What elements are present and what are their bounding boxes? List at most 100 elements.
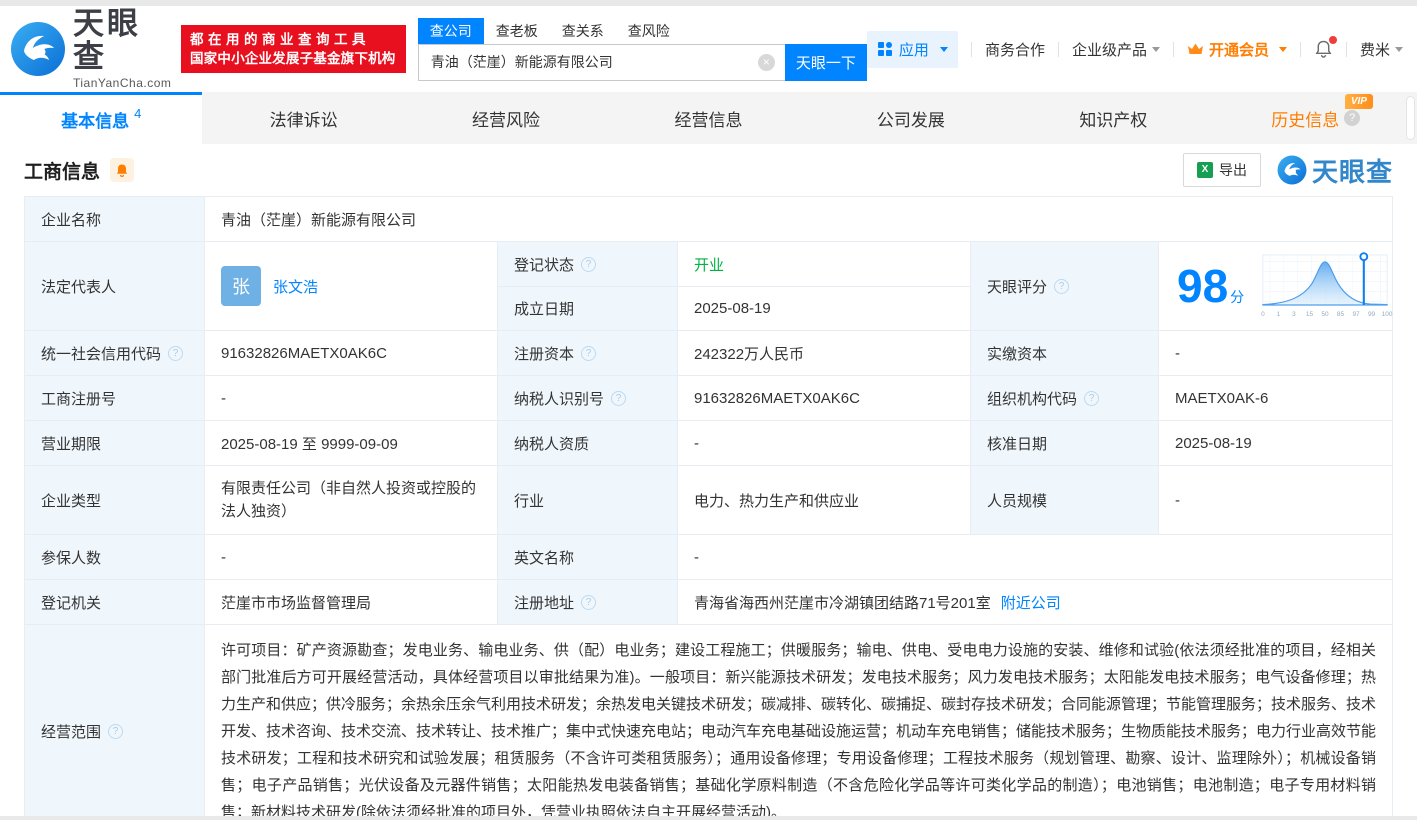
promo-line2: 国家中小企业发展子基金旗下机构 — [190, 49, 397, 68]
industry-label: 行业 — [497, 466, 677, 534]
reg-number-value: - — [204, 376, 497, 420]
company-tabbar: 基本信息 4 法律诉讼 经营风险 经营信息 公司发展 知识产权 VIP 历史信息… — [0, 92, 1417, 144]
tianyancha-logo-icon — [10, 21, 66, 77]
english-name-label: 英文名称 — [497, 535, 677, 579]
nav-cooperation[interactable]: 商务合作 — [985, 39, 1045, 60]
table-row: 工商注册号 - 纳税人识别号 ? 91632826MAETX0AK6C 组织机构… — [25, 375, 1392, 420]
header-nav: 应用 商务合作 企业级产品 开通会员 — [867, 31, 1403, 68]
svg-text:99: 99 — [1368, 311, 1376, 318]
promo-banner: 都在用的商业查询工具 国家中小企业发展子基金旗下机构 — [181, 25, 406, 73]
org-code-value: MAETX0AK-6 — [1158, 376, 1392, 420]
notifications-button[interactable] — [1314, 39, 1333, 59]
tab-count-badge: 4 — [134, 106, 141, 121]
nav-enterprise-products[interactable]: 企业级产品 — [1072, 39, 1160, 60]
tab-history-info[interactable]: VIP 历史信息 ? — [1215, 92, 1417, 144]
search-tab-boss[interactable]: 查老板 — [484, 18, 550, 44]
help-icon[interactable]: ? — [581, 346, 596, 361]
business-term-value: 2025-08-19 至 9999-09-09 — [204, 421, 497, 465]
legal-rep-link[interactable]: 张文浩 — [273, 276, 318, 297]
approval-date-label: 核准日期 — [970, 421, 1158, 465]
export-button[interactable]: X 导出 — [1183, 153, 1261, 187]
svg-text:85: 85 — [1337, 311, 1345, 318]
help-icon[interactable]: ? — [108, 724, 123, 739]
search-tabs: 查公司 查老板 查关系 查风险 — [418, 18, 867, 44]
svg-text:100: 100 — [1382, 311, 1393, 318]
search-area: 查公司 查老板 查关系 查风险 × 天眼一下 — [418, 18, 867, 81]
search-button[interactable]: 天眼一下 — [785, 44, 867, 81]
nav-divider — [1058, 42, 1059, 57]
score-distribution-chart: 0 1 3 15 50 85 97 99 100 — [1256, 247, 1394, 325]
table-row: 营业期限 2025-08-19 至 9999-09-09 纳税人资质 - 核准日… — [25, 420, 1392, 465]
chevron-down-icon — [940, 47, 948, 52]
english-name-value: - — [677, 535, 1392, 579]
help-icon[interactable]: ? — [1054, 279, 1069, 294]
search-tab-relation[interactable]: 查关系 — [550, 18, 616, 44]
est-date-value: 2025-08-19 — [677, 286, 970, 330]
search-input[interactable] — [418, 44, 785, 81]
company-name-value: 青油（茫崖）新能源有限公司 — [204, 197, 1392, 241]
insured-count-label: 参保人数 — [25, 535, 204, 579]
nav-divider — [1300, 42, 1301, 57]
credit-code-label: 统一社会信用代码 ? — [25, 331, 204, 375]
business-scope-value: 许可项目：矿产资源勘查；发电业务、输电业务、供（配）电业务；建设工程施工；供暖服… — [204, 625, 1392, 820]
table-row: 企业名称 青油（茫崖）新能源有限公司 — [25, 197, 1392, 241]
tab-operating-info[interactable]: 经营信息 — [607, 92, 809, 144]
clear-search-icon[interactable]: × — [758, 54, 775, 71]
table-row: 登记机关 茫崖市市场监督管理局 注册地址 ? 青海省海西州茫崖市冷湖镇团结路71… — [25, 579, 1392, 624]
help-icon[interactable]: ? — [1344, 110, 1360, 126]
reg-address-label: 注册地址 ? — [497, 580, 677, 624]
credit-code-value: 91632826MAETX0AK6C — [204, 331, 497, 375]
open-vip-button[interactable]: 开通会员 — [1187, 39, 1287, 60]
alarm-bell-icon — [115, 163, 129, 178]
help-icon[interactable]: ? — [581, 257, 596, 272]
score-label: 天眼评分 ? — [970, 242, 1158, 330]
reg-capital-label: 注册资本 ? — [497, 331, 677, 375]
scrollbar-thumb[interactable] — [1406, 96, 1415, 140]
avatar[interactable]: 张 — [221, 266, 261, 306]
help-icon[interactable]: ? — [1084, 391, 1099, 406]
tab-label: 基本信息 — [61, 107, 129, 132]
org-code-label: 组织机构代码 ? — [970, 376, 1158, 420]
tab-legal-proceedings[interactable]: 法律诉讼 — [202, 92, 404, 144]
score-value: 98 分 — [1177, 263, 1244, 309]
brand-domain: TianYanCha.com — [73, 76, 174, 90]
apps-menu-button[interactable]: 应用 — [867, 31, 958, 68]
promo-line1: 都在用的商业查询工具 — [190, 30, 397, 49]
nearby-companies-link[interactable]: 附近公司 — [1001, 592, 1061, 613]
monitor-bell-button[interactable] — [110, 158, 134, 182]
user-menu[interactable]: 费米 — [1360, 39, 1403, 60]
excel-icon: X — [1197, 162, 1213, 178]
search-tab-company[interactable]: 查公司 — [418, 18, 484, 44]
help-icon[interactable]: ? — [581, 595, 596, 610]
est-date-label: 成立日期 — [497, 286, 677, 330]
taxpayer-id-label: 纳税人识别号 ? — [497, 376, 677, 420]
approval-date-value: 2025-08-19 — [1158, 421, 1392, 465]
chevron-down-icon — [1279, 47, 1287, 52]
search-tab-risk[interactable]: 查风险 — [616, 18, 682, 44]
taxpayer-quality-value: - — [677, 421, 970, 465]
svg-text:97: 97 — [1353, 311, 1361, 318]
help-icon[interactable]: ? — [168, 346, 183, 361]
logo-text: 天眼查 TianYanCha.com — [73, 8, 174, 90]
tab-operating-risk[interactable]: 经营风险 — [405, 92, 607, 144]
business-info-table: 企业名称 青油（茫崖）新能源有限公司 法定代表人 张 张文浩 登记状态 ? 开业… — [24, 196, 1393, 820]
notification-badge — [1329, 36, 1337, 44]
tab-company-development[interactable]: 公司发展 — [810, 92, 1012, 144]
site-logo[interactable]: 天眼查 TianYanCha.com — [10, 8, 174, 90]
watermark-logo: 天眼查 — [1277, 152, 1393, 189]
reg-address-cell: 青海省海西州茫崖市冷湖镇团结路71号201室 附近公司 — [677, 580, 1392, 624]
table-row: 企业类型 有限责任公司（非自然人投资或控股的法人独资） 行业 电力、热力生产和供… — [25, 465, 1392, 534]
taxpayer-id-value: 91632826MAETX0AK6C — [677, 376, 970, 420]
search-box: × 天眼一下 — [418, 44, 867, 81]
nav-divider — [971, 42, 972, 57]
industry-value: 电力、热力生产和供应业 — [677, 466, 970, 534]
tab-basic-info[interactable]: 基本信息 4 — [0, 92, 202, 144]
paid-capital-value: - — [1158, 331, 1392, 375]
help-icon[interactable]: ? — [611, 391, 626, 406]
tab-intellectual-property[interactable]: 知识产权 — [1012, 92, 1214, 144]
reg-status-value: 开业 — [677, 242, 970, 286]
watermark-text: 天眼查 — [1312, 152, 1393, 189]
reg-authority-value: 茫崖市市场监督管理局 — [204, 580, 497, 624]
paid-capital-label: 实缴资本 — [970, 331, 1158, 375]
business-scope-label: 经营范围 ? — [25, 625, 204, 820]
